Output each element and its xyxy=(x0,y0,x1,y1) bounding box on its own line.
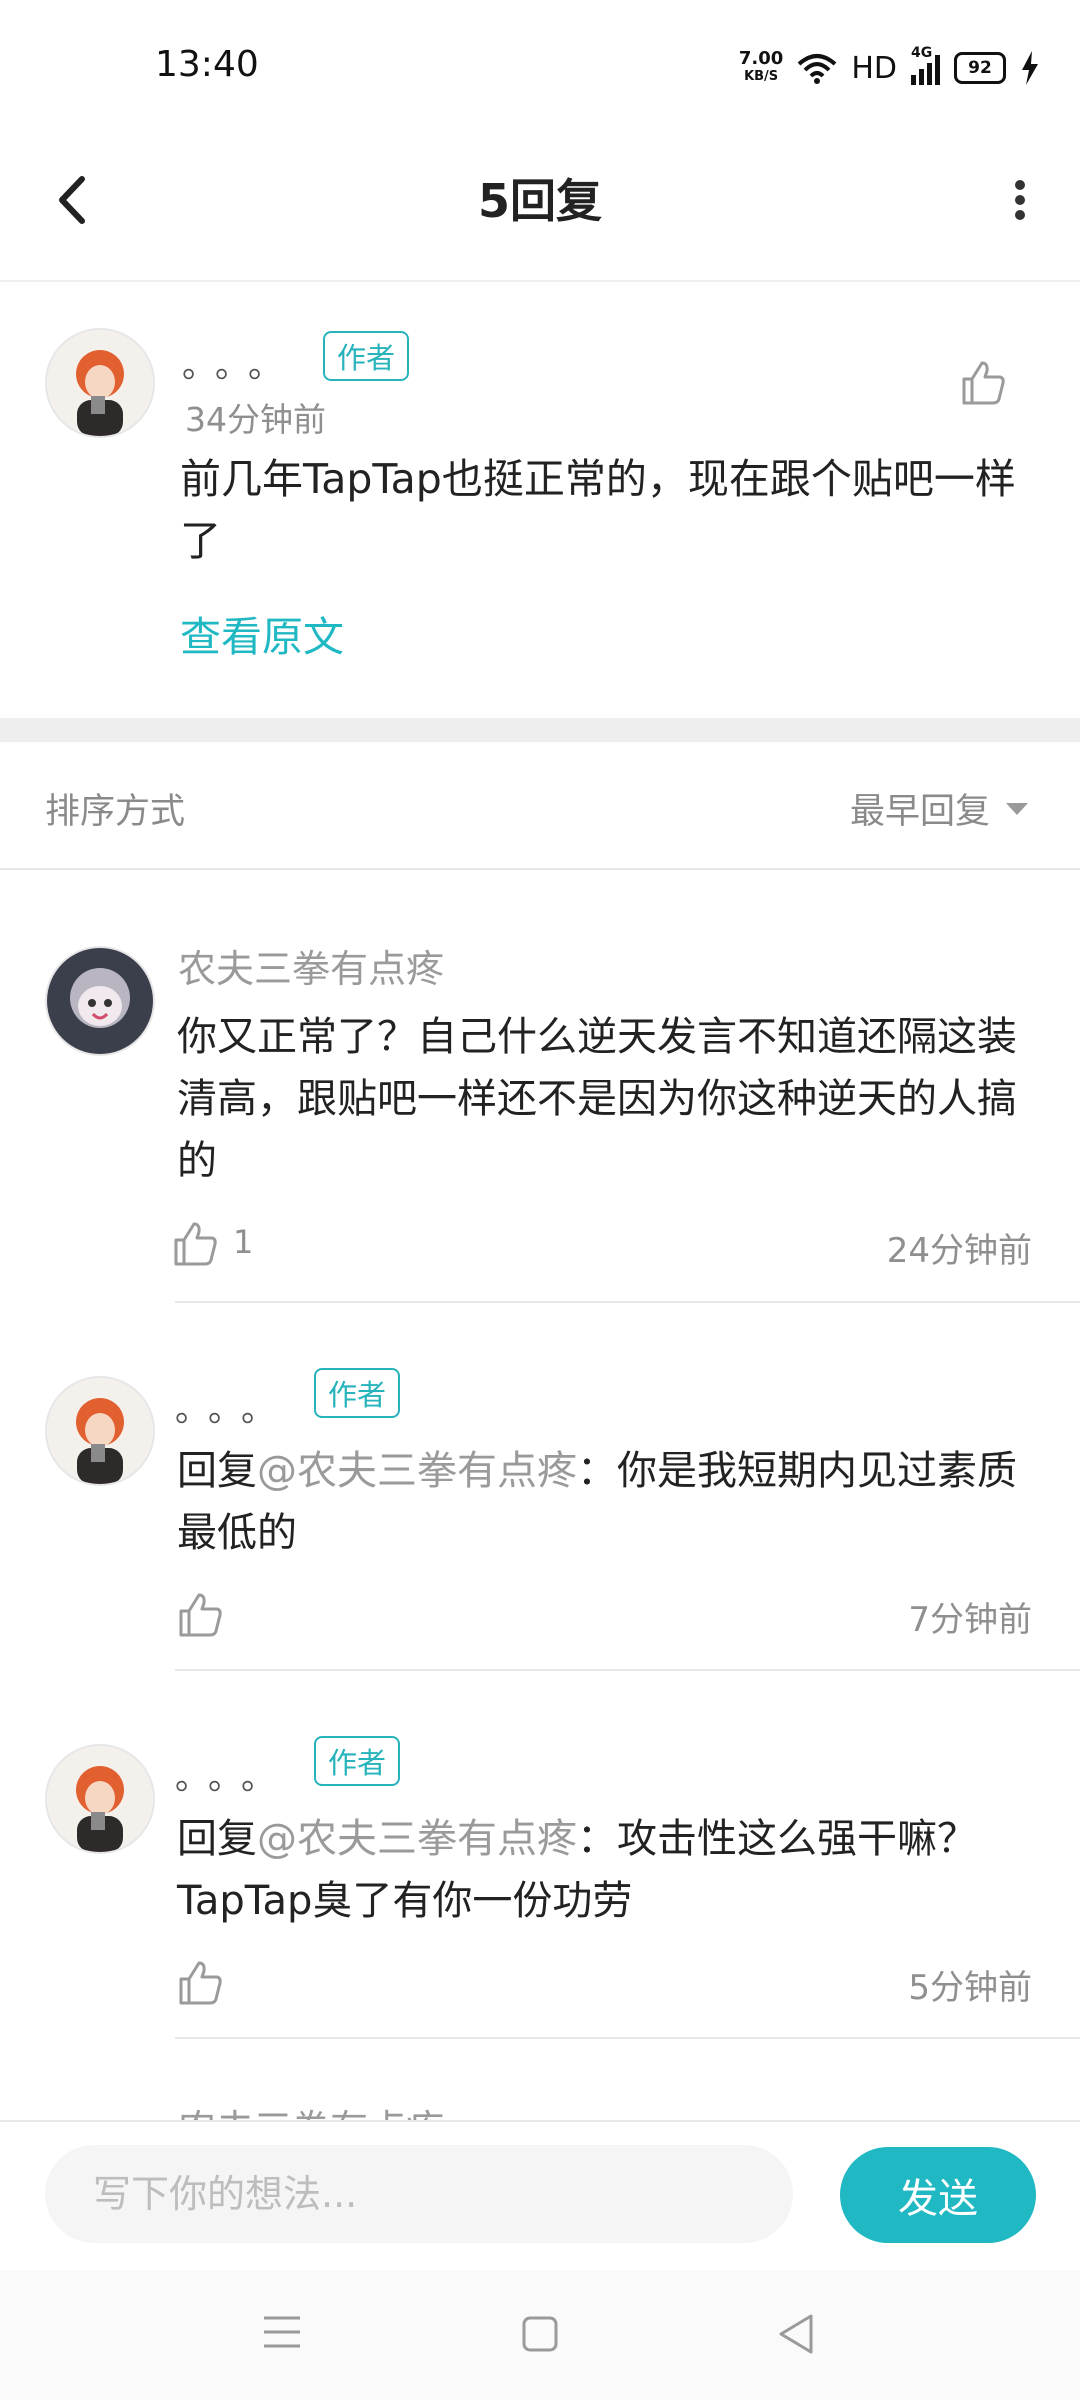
avatar[interactable] xyxy=(45,946,155,1056)
divider xyxy=(175,1669,1080,1671)
like-count: 1 xyxy=(233,1223,254,1261)
user-name[interactable]: 农夫三拳有点疼 xyxy=(178,938,444,993)
reply-prefix: 回复 xyxy=(177,1816,257,1862)
user-name[interactable]: 。。。 xyxy=(182,338,298,387)
reply-time: 5分钟前 xyxy=(908,1968,1032,2008)
avatar[interactable] xyxy=(45,1744,155,1854)
battery-icon: 92 xyxy=(954,52,1006,84)
divider xyxy=(175,2037,1080,2039)
cell-signal-icon: 4G xyxy=(911,45,940,85)
reply-time: 7分钟前 xyxy=(908,1600,1032,1640)
status-bar: 13:40 7.00 KB/S HD 4G 92 xyxy=(0,0,1080,135)
reply-text: 回复@农夫三拳有点疼：攻击性这么强干嘛？TapTap臭了有你一份功劳 xyxy=(177,1808,1037,1932)
user-name[interactable]: 。。。 xyxy=(175,1382,291,1431)
top-app-bar: 5回复 xyxy=(0,135,1080,282)
view-original-link[interactable]: 查看原文 xyxy=(180,603,344,663)
section-divider xyxy=(0,718,1080,742)
sort-value: 最早回复 xyxy=(849,792,990,832)
avatar[interactable] xyxy=(45,328,155,438)
more-options-icon[interactable] xyxy=(990,165,1050,235)
wifi-icon xyxy=(798,54,837,84)
home-icon[interactable] xyxy=(520,2314,560,2354)
author-badge: 作者 xyxy=(323,331,410,381)
comment-input[interactable] xyxy=(45,2145,793,2243)
chevron-down-icon xyxy=(1006,802,1028,815)
divider xyxy=(0,868,1080,870)
mention-link[interactable]: @农夫三拳有点疼 xyxy=(257,1816,577,1862)
status-time: 13:40 xyxy=(155,44,259,85)
thumbs-up-icon[interactable] xyxy=(170,1218,220,1268)
avatar-image xyxy=(47,948,153,1054)
status-icons: 7.00 KB/S HD 4G 92 xyxy=(738,45,1040,90)
sort-dropdown[interactable]: 最早回复 xyxy=(850,783,1030,834)
author-badge: 作者 xyxy=(314,1368,401,1418)
comment-time: 34分钟前 xyxy=(185,400,326,439)
charging-icon xyxy=(1022,51,1038,85)
back-icon[interactable] xyxy=(775,2312,815,2356)
page-title: 5回复 xyxy=(477,174,602,228)
hd-indicator: HD xyxy=(851,50,897,86)
sort-label: 排序方式 xyxy=(45,792,186,832)
send-button[interactable]: 发送 xyxy=(840,2147,1036,2243)
comment-composer: 发送 xyxy=(0,2120,1080,2272)
avatar-image xyxy=(47,1378,153,1484)
network-speed: 7.00 KB/S xyxy=(738,48,784,85)
divider xyxy=(175,1301,1080,1303)
reply-time: 24分钟前 xyxy=(886,1231,1032,1271)
battery-level: 92 xyxy=(968,58,992,78)
thumbs-up-icon[interactable] xyxy=(958,357,1008,407)
network-type: 4G xyxy=(911,45,933,61)
mention-link[interactable]: @农夫三拳有点疼 xyxy=(257,1448,577,1494)
system-nav-bar xyxy=(0,2270,1080,2400)
reply-prefix: 回复 xyxy=(177,1448,257,1494)
reply-text: 回复@农夫三拳有点疼：你是我短期内见过素质最低的 xyxy=(177,1440,1037,1564)
thumbs-up-icon[interactable] xyxy=(175,1589,225,1639)
avatar[interactable] xyxy=(45,1376,155,1486)
reply-text: 你又正常了？自己什么逆天发言不知道还隔这装清高，跟贴吧一样还不是因为你这种逆天的… xyxy=(177,1014,1017,1184)
author-badge: 作者 xyxy=(314,1736,401,1786)
menu-icon[interactable] xyxy=(262,2314,302,2350)
thumbs-up-icon[interactable] xyxy=(175,1957,225,2007)
avatar-image xyxy=(47,1746,153,1852)
comment-text: 前几年TapTap也挺正常的，现在跟个贴吧一样了 xyxy=(180,455,1016,565)
avatar-image xyxy=(47,330,153,436)
user-name[interactable]: 。。。 xyxy=(175,1750,291,1799)
